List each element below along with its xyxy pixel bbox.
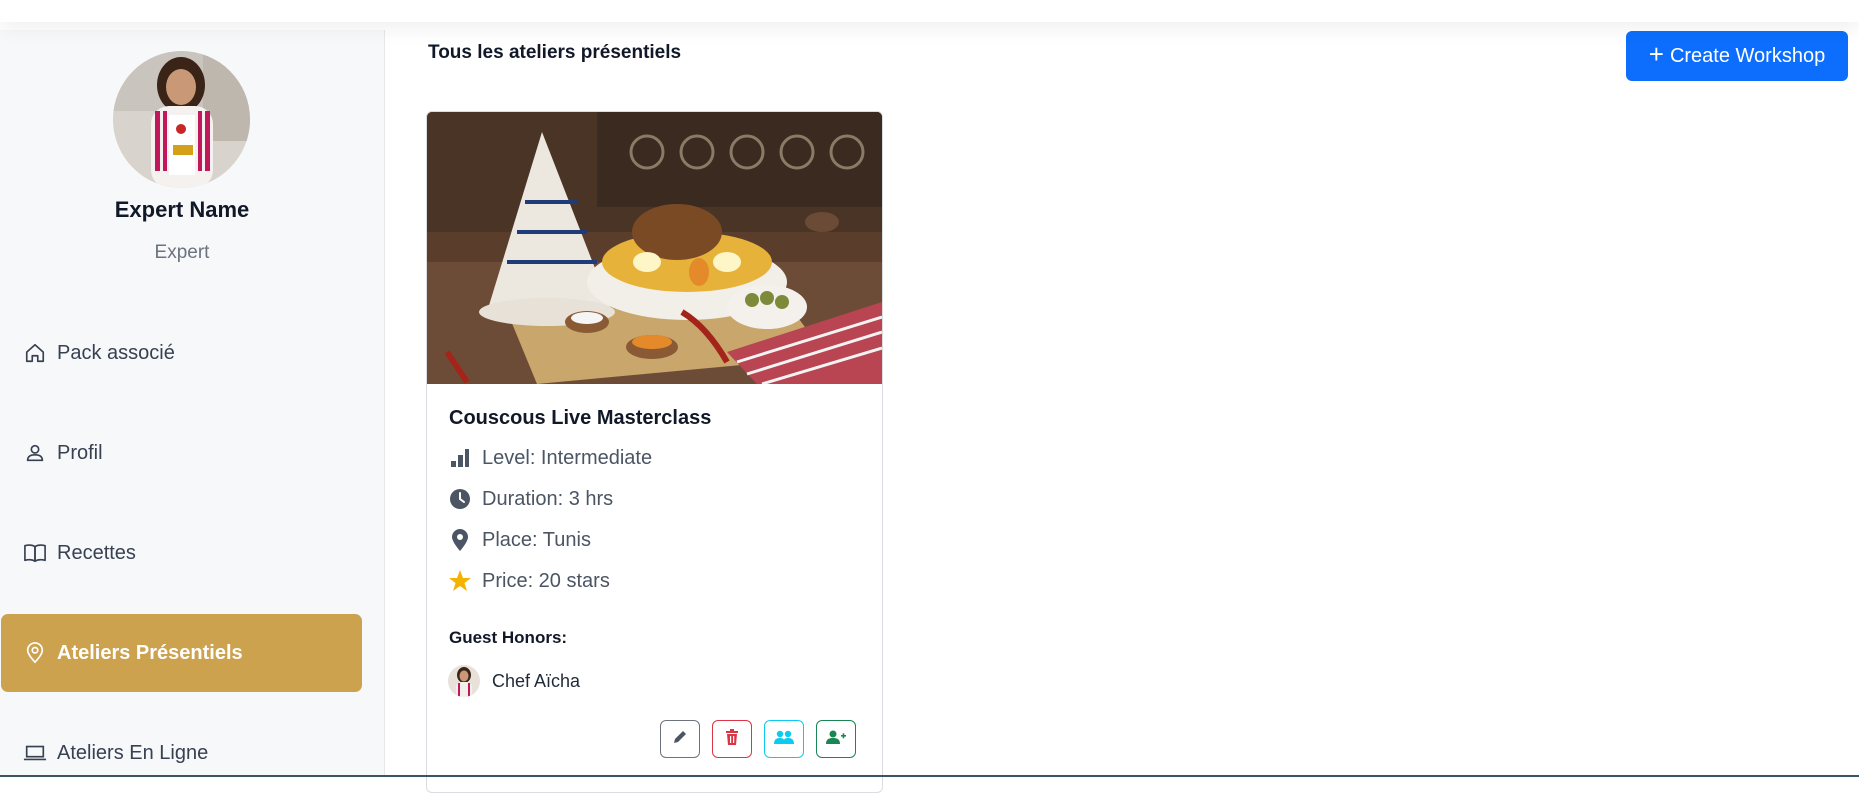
- home-icon: [22, 340, 48, 366]
- add-guest-button[interactable]: [816, 720, 856, 758]
- workshop-price: Price: 20 stars: [448, 569, 610, 593]
- sidebar-item-pack-associe[interactable]: Pack associé: [1, 314, 362, 392]
- map-pin-icon: [22, 640, 48, 666]
- workshop-duration-text: Duration: 3 hrs: [482, 487, 614, 510]
- delete-button[interactable]: [712, 720, 752, 758]
- workshop-price-text: Price: 20 stars: [482, 569, 610, 592]
- edit-button[interactable]: [660, 720, 700, 758]
- sidebar: Expert Name Expert Pack associé Profil R…: [0, 30, 385, 777]
- guest-avatar: [448, 665, 480, 697]
- clock-icon: [448, 487, 472, 511]
- sidebar-item-profil[interactable]: Profil: [1, 414, 362, 492]
- workshop-title: Couscous Live Masterclass: [449, 407, 712, 429]
- sidebar-item-label: Profil: [57, 441, 103, 464]
- star-icon: [448, 569, 472, 593]
- book-icon: [22, 540, 48, 566]
- users-icon: [774, 730, 794, 749]
- user-icon: [22, 440, 48, 466]
- guest-name: Chef Aïcha: [492, 670, 581, 691]
- page-title: Tous les ateliers présentiels: [428, 42, 682, 63]
- workshop-place-text: Place: Tunis: [482, 528, 591, 551]
- sidebar-item-ateliers-presentiels[interactable]: Ateliers Présentiels: [1, 614, 362, 692]
- location-pin-icon: [448, 528, 472, 552]
- workshop-duration: Duration: 3 hrs: [448, 487, 613, 511]
- top-bar: [0, 0, 1859, 22]
- laptop-icon: [22, 740, 48, 766]
- plus-icon: +: [1648, 39, 1664, 69]
- workshop-level: Level: Intermediate: [448, 446, 652, 470]
- workshop-place: Place: Tunis: [448, 528, 591, 552]
- sidebar-item-label: Ateliers En Ligne: [57, 741, 209, 764]
- expert-role: Expert: [154, 242, 210, 263]
- expert-name: Expert Name: [114, 197, 250, 222]
- sidebar-item-label: Pack associé: [57, 341, 175, 364]
- guest-entry: Chef Aïcha: [448, 665, 580, 697]
- expert-avatar: [113, 51, 250, 188]
- create-workshop-button[interactable]: + Create Workshop: [1626, 31, 1848, 81]
- workshop-image: [427, 112, 882, 386]
- bar-chart-icon: [448, 446, 472, 470]
- workshop-level-text: Level: Intermediate: [482, 446, 653, 469]
- participants-button[interactable]: [764, 720, 804, 758]
- create-workshop-label: Create Workshop: [1669, 44, 1826, 67]
- trash-icon: [725, 728, 739, 750]
- sidebar-item-ateliers-en-ligne[interactable]: Ateliers En Ligne: [1, 714, 362, 792]
- guest-honors-label: Guest Honors:: [449, 628, 568, 647]
- sidebar-item-label: Recettes: [57, 541, 136, 564]
- sidebar-item-label: Ateliers Présentiels: [57, 641, 243, 664]
- user-plus-icon: [826, 730, 846, 749]
- workshop-card[interactable]: Couscous Live Masterclass Level: Interme…: [426, 111, 883, 793]
- pencil-icon: [672, 729, 688, 750]
- sidebar-item-recettes[interactable]: Recettes: [1, 514, 362, 592]
